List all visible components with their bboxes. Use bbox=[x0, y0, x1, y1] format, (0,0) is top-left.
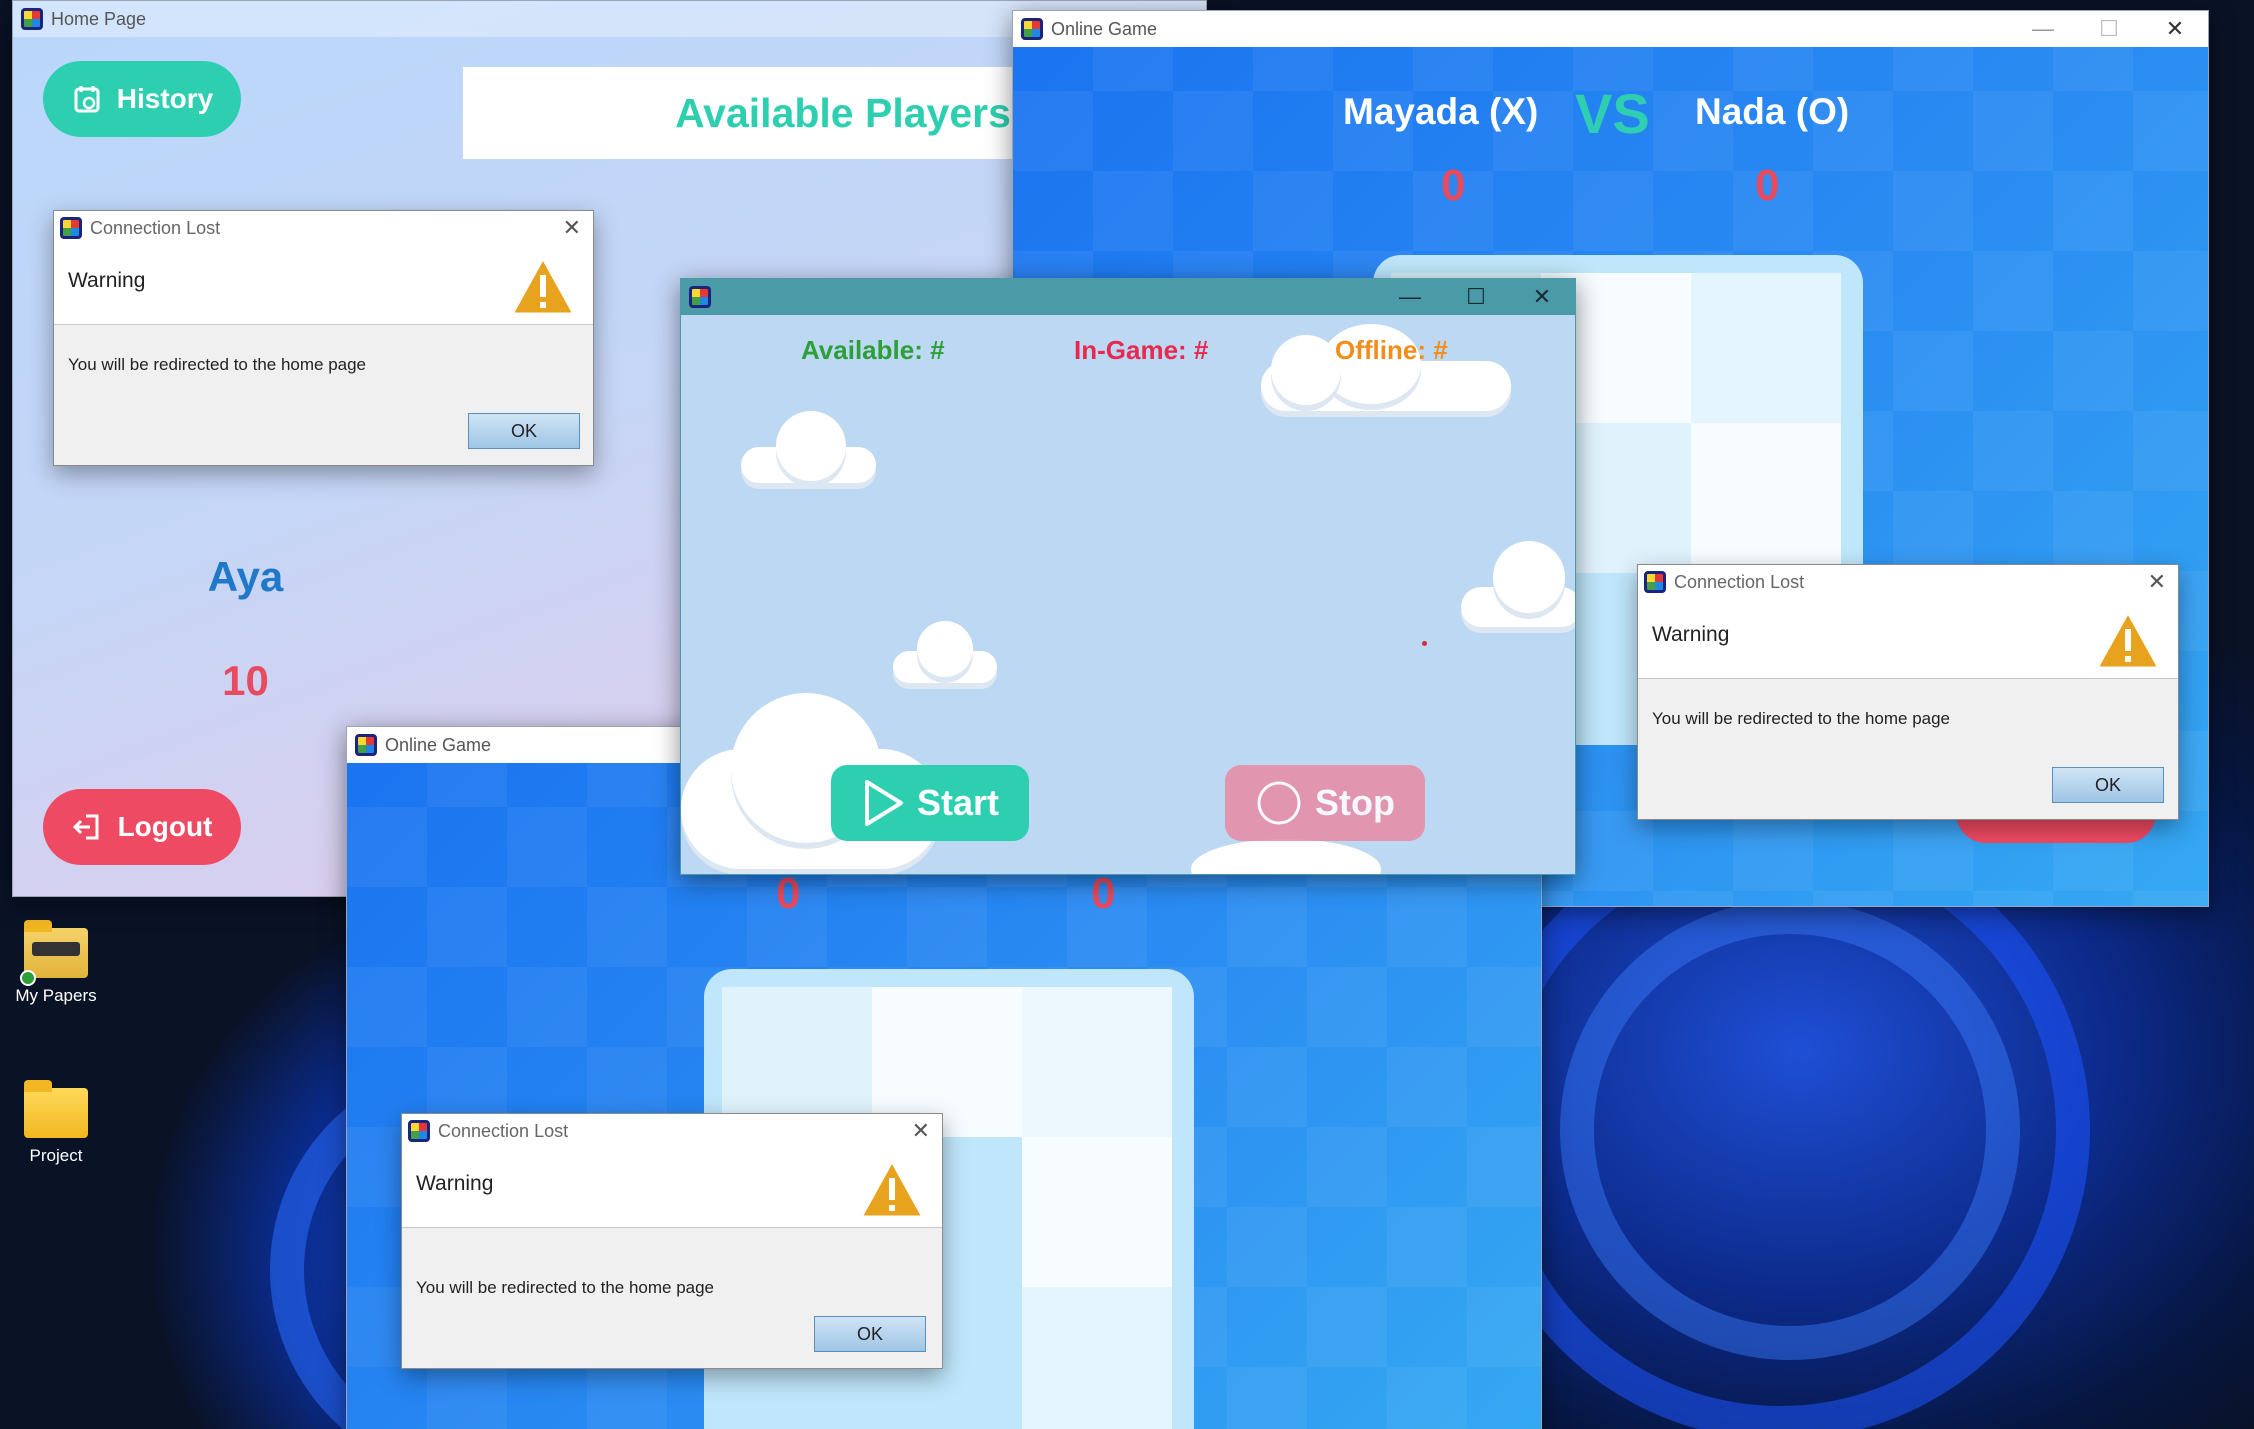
score-left: 0 bbox=[776, 869, 801, 918]
player-score: 10 bbox=[222, 657, 269, 704]
maximize-button[interactable]: ☐ bbox=[1443, 279, 1509, 315]
play-icon bbox=[864, 780, 903, 826]
folder-synced-icon bbox=[20, 920, 88, 986]
board-cell[interactable] bbox=[1022, 1137, 1172, 1287]
available-count-label: Available: # bbox=[801, 335, 945, 365]
maximize-button[interactable]: ☐ bbox=[2076, 11, 2142, 47]
app-icon bbox=[60, 217, 82, 239]
cloud-decoration bbox=[1493, 541, 1565, 613]
window-title: Online Game bbox=[385, 734, 492, 755]
board-cell[interactable] bbox=[1022, 1287, 1172, 1429]
dialog-titlebar[interactable]: Connection Lost bbox=[1638, 565, 2178, 599]
close-icon[interactable]: ✕ bbox=[563, 215, 581, 241]
history-icon bbox=[74, 86, 100, 113]
board-cell[interactable] bbox=[1022, 987, 1172, 1137]
board-cell[interactable] bbox=[1691, 273, 1841, 423]
dialog-header-text: Warning bbox=[1652, 623, 1730, 646]
ok-button[interactable]: OK bbox=[468, 413, 580, 449]
score-x: 0 bbox=[1441, 161, 1466, 210]
cloud-decoration bbox=[1191, 839, 1381, 874]
dialog-title: Connection Lost bbox=[1674, 571, 1805, 592]
window-title: Online Game bbox=[1051, 18, 1158, 39]
history-label: History bbox=[116, 83, 214, 114]
dialog-message: You will be redirected to the home page bbox=[1652, 709, 1951, 728]
minimize-button[interactable]: — bbox=[1377, 279, 1443, 315]
wallpaper-swirl bbox=[1560, 900, 2020, 1360]
app-icon bbox=[1644, 571, 1666, 593]
logout-icon bbox=[72, 814, 99, 840]
window-title: Home Page bbox=[51, 8, 147, 29]
desktop-icon-my-papers[interactable]: My Papers bbox=[1, 920, 111, 1006]
score-right: 0 bbox=[1091, 869, 1116, 918]
vs-label: VS bbox=[1575, 82, 1650, 145]
available-players-label: Available Players bbox=[675, 89, 1011, 136]
connection-lost-dialog: Connection Lost ✕ Warning You will be re… bbox=[1637, 564, 2179, 820]
board-cell[interactable] bbox=[1691, 423, 1841, 573]
stop-circle-icon bbox=[1257, 781, 1301, 825]
dialog-message: You will be redirected to the home page bbox=[68, 355, 367, 374]
player-name: Aya bbox=[207, 553, 284, 600]
warning-icon bbox=[510, 256, 576, 316]
stop-label: Stop bbox=[1315, 782, 1395, 823]
dialog-titlebar[interactable]: Connection Lost bbox=[402, 1114, 942, 1148]
ok-button[interactable]: OK bbox=[2052, 767, 2164, 803]
start-label: Start bbox=[916, 782, 1000, 823]
dialog-header: Warning bbox=[402, 1148, 942, 1228]
score-o: 0 bbox=[1755, 161, 1780, 210]
app-icon bbox=[408, 1120, 430, 1142]
dialog-message: You will be redirected to the home page bbox=[416, 1278, 715, 1297]
close-button[interactable]: ✕ bbox=[1509, 279, 1575, 315]
cloud-decoration bbox=[917, 621, 973, 677]
red-dot bbox=[1422, 641, 1427, 646]
offline-count-label: Offline: # bbox=[1335, 335, 1448, 365]
dialog-title: Connection Lost bbox=[438, 1120, 569, 1141]
cloud-decoration bbox=[1271, 335, 1341, 405]
app-icon bbox=[355, 734, 377, 756]
app-icon bbox=[21, 8, 43, 30]
logout-button[interactable]: Logout bbox=[43, 789, 241, 865]
warning-icon bbox=[859, 1159, 925, 1219]
close-icon[interactable]: ✕ bbox=[2148, 569, 2166, 595]
connection-lost-dialog: Connection Lost ✕ Warning You will be re… bbox=[53, 210, 594, 466]
folder-icon bbox=[24, 1080, 88, 1138]
close-button[interactable]: ✕ bbox=[2142, 11, 2208, 47]
desktop-icon-project[interactable]: Project bbox=[1, 1080, 111, 1166]
app-icon bbox=[689, 286, 711, 308]
in-game-count-label: In-Game: # bbox=[1074, 335, 1209, 365]
close-icon[interactable]: ✕ bbox=[912, 1118, 930, 1144]
history-button[interactable]: History bbox=[43, 61, 241, 137]
dialog-titlebar[interactable]: Connection Lost bbox=[54, 211, 593, 245]
player-x-name: Mayada (X) bbox=[1343, 91, 1539, 132]
player-o-name: Nada (O) bbox=[1695, 91, 1850, 132]
desktop-icon-label: Project bbox=[29, 1146, 83, 1165]
app-icon bbox=[1021, 18, 1043, 40]
minimize-button[interactable]: — bbox=[2010, 11, 2076, 47]
connection-lost-dialog: Connection Lost ✕ Warning You will be re… bbox=[401, 1113, 943, 1369]
desktop-icon-label: My Papers bbox=[15, 986, 97, 1005]
dialog-header-text: Warning bbox=[416, 1172, 494, 1195]
dialog-header-text: Warning bbox=[68, 269, 146, 292]
warning-icon bbox=[2095, 610, 2161, 670]
dialog-header: Warning bbox=[1638, 599, 2178, 679]
stop-button[interactable]: Stop bbox=[1225, 765, 1425, 841]
ok-button[interactable]: OK bbox=[814, 1316, 926, 1352]
server-window: — ☐ ✕ Available: # In-Game: # Offline: #… bbox=[680, 278, 1576, 875]
dialog-title: Connection Lost bbox=[90, 217, 221, 238]
start-button[interactable]: Start bbox=[831, 765, 1029, 841]
dialog-header: Warning bbox=[54, 245, 593, 325]
logout-label: Logout bbox=[117, 811, 213, 842]
cloud-decoration bbox=[776, 411, 846, 481]
